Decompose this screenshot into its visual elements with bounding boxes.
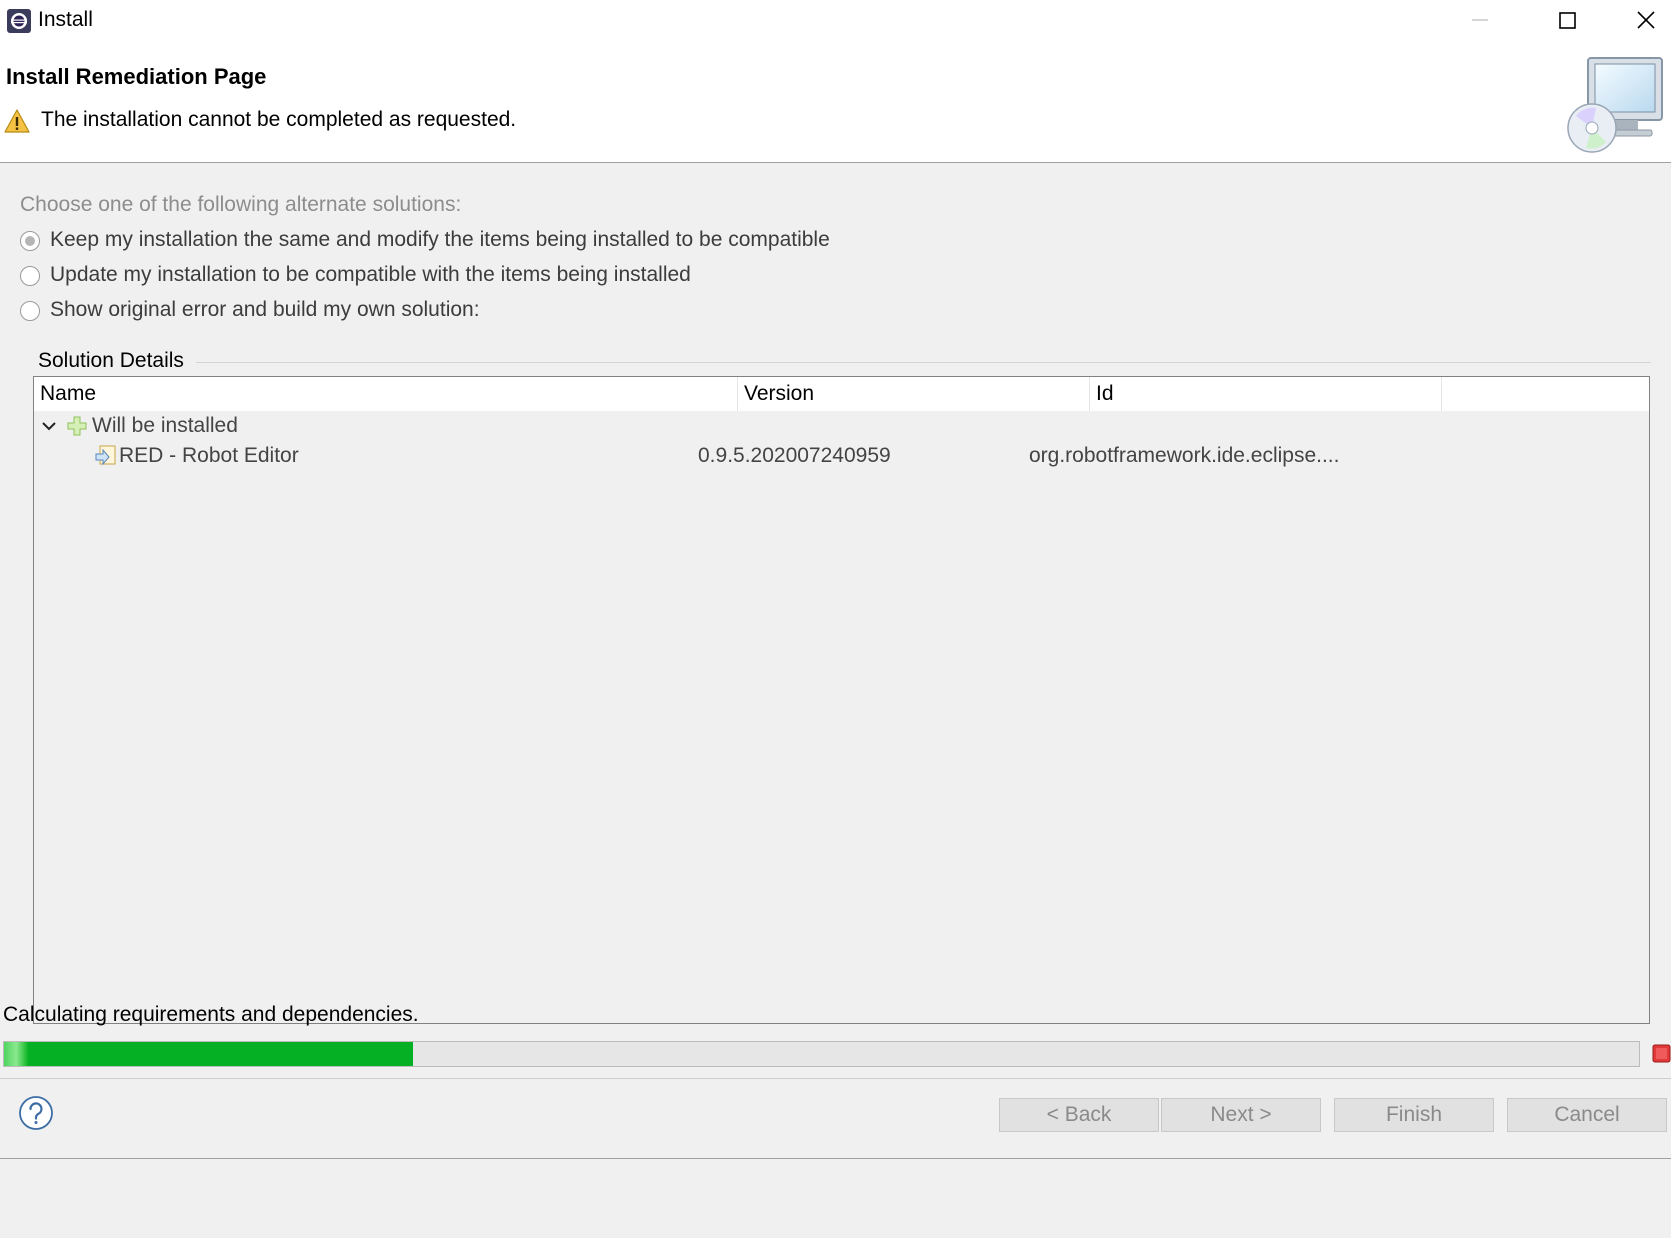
finish-button[interactable]: Finish — [1334, 1098, 1494, 1132]
column-header-id[interactable]: Id — [1090, 377, 1442, 411]
tree-header: Name Version Id — [34, 377, 1649, 411]
status-message: Calculating requirements and dependencie… — [3, 1003, 419, 1026]
option-label: Update my installation to be compatible … — [50, 263, 691, 286]
eclipse-icon — [7, 9, 31, 33]
group-border — [196, 362, 1651, 363]
close-icon — [1637, 11, 1655, 29]
window-bottom-border — [0, 1158, 1671, 1159]
option-label: Keep my installation the same and modify… — [50, 228, 830, 251]
wizard-header: Install Remediation Page The installatio… — [0, 40, 1671, 163]
separator — [0, 1078, 1671, 1079]
group-label: Will be installed — [92, 414, 238, 437]
solution-details-tree[interactable]: Name Version Id Will be installed RED - … — [33, 376, 1650, 1024]
progress-fill — [4, 1042, 413, 1066]
help-icon — [19, 1096, 53, 1130]
minimize-icon — [1472, 19, 1488, 21]
radio-button[interactable] — [20, 266, 40, 286]
tree-item-row[interactable]: RED - Robot Editor 0.9.5.202007240959 or… — [34, 441, 1649, 471]
stop-button[interactable] — [1652, 1044, 1671, 1063]
chevron-down-icon[interactable] — [41, 418, 57, 434]
wizard-content: Choose one of the following alternate so… — [0, 163, 1671, 1238]
back-button[interactable]: < Back — [999, 1098, 1159, 1132]
option-label: Show original error and build my own sol… — [50, 298, 480, 321]
radio-button[interactable] — [20, 231, 40, 251]
next-button[interactable]: Next > — [1161, 1098, 1321, 1132]
progress-bar — [3, 1041, 1640, 1067]
item-name: RED - Robot Editor — [119, 444, 299, 467]
radio-button[interactable] — [20, 301, 40, 321]
cancel-button[interactable]: Cancel — [1507, 1098, 1667, 1132]
solution-details-title: Solution Details — [38, 349, 188, 373]
maximize-icon — [1559, 12, 1576, 29]
alternate-solutions-prompt: Choose one of the following alternate so… — [20, 193, 462, 216]
help-button[interactable] — [18, 1095, 54, 1131]
title-bar: Install — [0, 0, 1671, 40]
header-message: The installation cannot be completed as … — [41, 108, 517, 131]
warning-icon — [4, 109, 30, 133]
item-version: 0.9.5.202007240959 — [698, 444, 891, 467]
minimize-button[interactable] — [1450, 0, 1520, 40]
page-title: Install Remediation Page — [6, 64, 267, 89]
install-wizard-banner-icon — [1567, 57, 1663, 153]
feature-icon — [95, 445, 116, 466]
item-id: org.robotframework.ide.eclipse.... — [1029, 444, 1340, 467]
maximize-button[interactable] — [1530, 0, 1600, 40]
add-icon — [67, 416, 87, 436]
stop-icon — [1652, 1044, 1671, 1063]
window-title: Install — [38, 8, 93, 31]
column-header-name[interactable]: Name — [34, 377, 738, 411]
close-button[interactable] — [1610, 0, 1671, 40]
column-header-version[interactable]: Version — [738, 377, 1090, 411]
tree-group-row[interactable]: Will be installed — [34, 411, 1649, 441]
